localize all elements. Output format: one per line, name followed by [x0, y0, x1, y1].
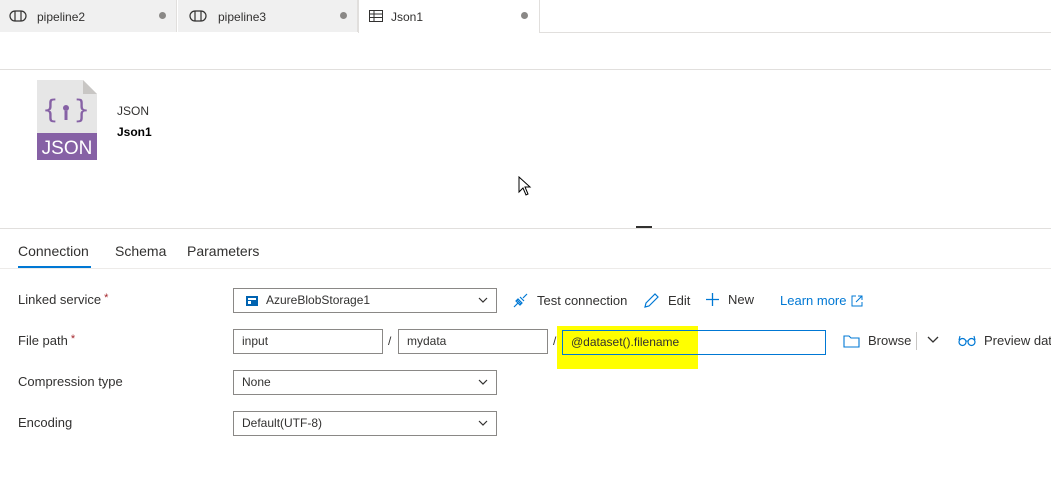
unsaved-dot-icon[interactable] [159, 12, 166, 19]
tab-label: pipeline3 [218, 10, 267, 24]
divider [0, 268, 1051, 269]
test-connection-button[interactable]: Test connection [512, 292, 627, 309]
divider [0, 69, 1051, 70]
directory-input[interactable]: mydata [398, 329, 548, 354]
file-name-input[interactable]: @dataset().filename [562, 330, 826, 355]
file-path-label: File path * [18, 333, 76, 348]
tab-pipeline2[interactable]: pipeline2 [0, 0, 177, 32]
tab-json1[interactable]: Json1 [358, 0, 540, 33]
edit-button[interactable]: Edit [643, 292, 690, 309]
encoding-label: Encoding [18, 415, 73, 430]
mouse-cursor-icon [518, 176, 532, 196]
preview-data-button[interactable]: Preview data [958, 333, 1051, 348]
chevron-down-icon [478, 297, 488, 303]
splitter-handle[interactable] [636, 226, 652, 228]
table-icon [369, 10, 383, 22]
glasses-icon [958, 335, 976, 346]
container-input[interactable]: input [233, 329, 383, 354]
browse-button[interactable]: Browse [843, 333, 911, 348]
compression-type-label: Compression type [18, 374, 123, 389]
json-file-icon: JSON { } [37, 80, 97, 160]
pipeline-icon [189, 10, 207, 22]
tab-parameters[interactable]: Parameters [187, 243, 259, 259]
path-separator: / [388, 334, 392, 348]
tab-connection[interactable]: Connection [18, 243, 89, 259]
dataset-name: Json1 [117, 125, 152, 139]
path-separator: / [553, 334, 557, 348]
new-label: New [728, 292, 755, 307]
tab-schema[interactable]: Schema [115, 243, 166, 259]
new-button[interactable]: New [705, 292, 754, 307]
edit-label: Edit [668, 293, 691, 308]
test-connection-label: Test connection [537, 293, 628, 308]
unsaved-dot-icon[interactable] [521, 12, 528, 19]
external-link-icon [851, 295, 863, 306]
linked-service-value: AzureBlobStorage1 [266, 293, 371, 307]
encoding-select[interactable]: Default(UTF-8) [233, 411, 497, 436]
compression-type-value: None [242, 375, 271, 389]
chevron-down-icon [478, 379, 488, 385]
chevron-down-icon[interactable] [927, 336, 939, 344]
encoding-value: Default(UTF-8) [242, 416, 323, 430]
compression-type-select[interactable]: None [233, 370, 497, 395]
plus-icon [706, 293, 719, 306]
tab-label: pipeline2 [37, 10, 86, 24]
dataset-type: JSON [117, 104, 150, 118]
pipeline-icon [9, 10, 27, 22]
tab-label: Json1 [391, 10, 424, 24]
blob-storage-icon [246, 296, 258, 306]
preview-data-label: Preview data [984, 333, 1051, 348]
linked-service-select[interactable]: AzureBlobStorage1 [233, 288, 497, 313]
tab-pipeline3[interactable]: pipeline3 [178, 0, 358, 32]
divider [916, 332, 917, 350]
panel-splitter[interactable] [0, 228, 1051, 229]
tab-strip: pipeline2 pipeline3 Json1 [0, 0, 1051, 33]
plug-icon [513, 293, 528, 308]
learn-more-label: Learn more [780, 293, 847, 308]
pencil-icon [644, 293, 659, 308]
unsaved-dot-icon[interactable] [340, 12, 347, 19]
folder-icon [843, 334, 860, 348]
chevron-down-icon [478, 420, 488, 426]
browse-label: Browse [868, 333, 912, 348]
divider [540, 32, 1051, 33]
learn-more-link[interactable]: Learn more [780, 293, 863, 308]
json-icon-text: JSON [42, 138, 93, 159]
linked-service-label: Linked service * [18, 292, 109, 307]
